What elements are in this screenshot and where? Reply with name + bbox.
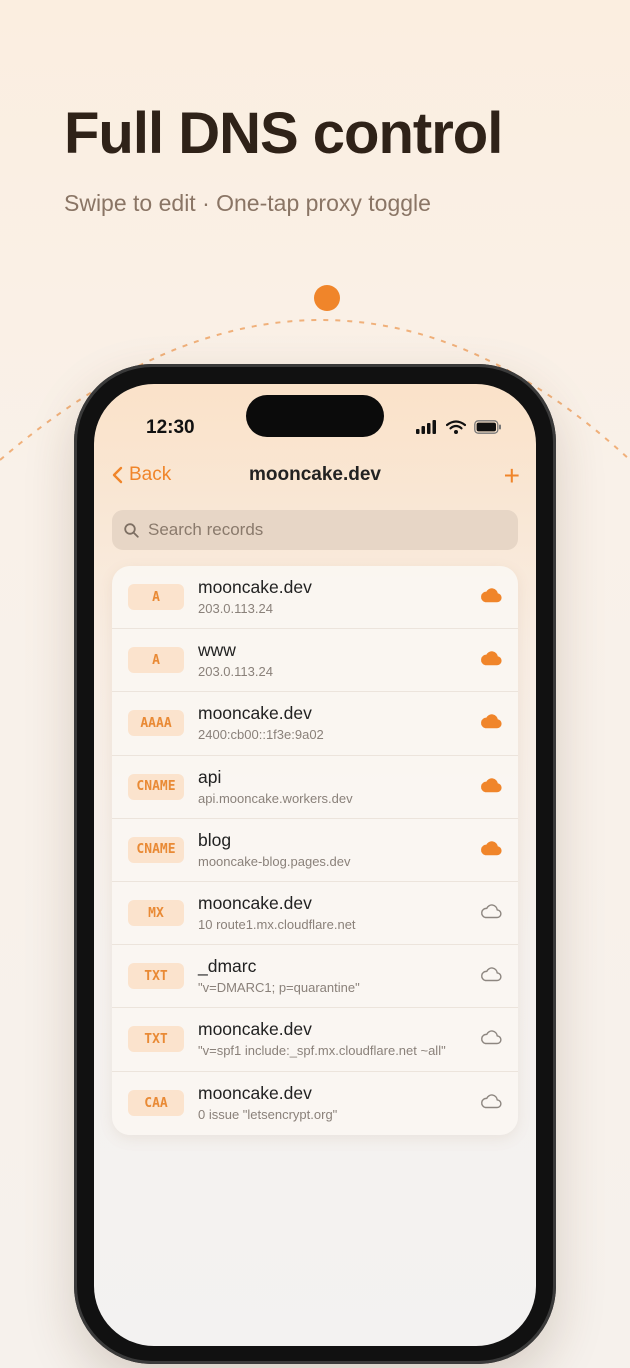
battery-icon — [474, 420, 501, 434]
record-name: api — [198, 766, 222, 787]
record-row[interactable]: Amooncake.dev 203.0.113.24 — [112, 566, 518, 630]
signal-icon — [416, 420, 436, 434]
record-value: 203.0.113.24 — [198, 601, 273, 616]
records-list: Amooncake.dev 203.0.113.24 Awww 203.0.113.2… — [112, 566, 518, 1135]
record-name: mooncake.dev — [198, 1019, 312, 1040]
add-record-button[interactable]: + — [504, 460, 520, 492]
record-row[interactable]: TXT _dmarc "v=DMARC1; p=quarantine" — [112, 945, 518, 1009]
proxied-cloud-icon[interactable] — [480, 650, 502, 666]
record-value: 203.0.113.24 — [198, 664, 273, 680]
record-name: _dmarc — [198, 956, 257, 977]
record-value: mooncake-blog.pages.dev — [198, 853, 351, 869]
record-row[interactable]: CNAME blog mooncake-blog.pages.dev — [112, 819, 518, 882]
dns-only-cloud-icon[interactable] — [480, 1029, 502, 1045]
record-row[interactable]: CAA mooncake.dev 0 issue "letsencrypt.org" — [112, 1072, 518, 1135]
search-field[interactable]: Search records — [112, 510, 518, 550]
search-placeholder: Search records — [148, 520, 264, 539]
status-time: 12:30 — [146, 417, 195, 438]
record-type-badge: MX — [128, 900, 184, 927]
record-type-badge: AAAA — [128, 710, 184, 737]
search-icon — [124, 522, 139, 538]
proxied-cloud-icon[interactable] — [480, 840, 502, 856]
record-row[interactable]: TXT mooncake.dev "v=spf1 include:_spf.mx.c… — [112, 1008, 518, 1072]
nav-title: mooncake.dev — [249, 464, 381, 485]
record-value: 2400:cb00::1f3e:9a02 — [198, 727, 324, 743]
record-type-badge: TXT — [128, 963, 184, 990]
proxied-cloud-icon[interactable] — [480, 713, 502, 729]
record-row[interactable]: CNAME api api.mooncake.workers.dev — [112, 756, 518, 819]
record-name: mooncake.dev — [198, 577, 312, 597]
record-value: "v=DMARC1; p=quarantine" — [198, 980, 360, 996]
nav-bar: Back mooncake.dev + — [94, 460, 536, 502]
record-row[interactable]: AAAA mooncake.dev2400:cb00::1f3e:9a02 — [112, 692, 518, 756]
proxied-cloud-icon[interactable] — [480, 587, 502, 603]
record-name: mooncake.dev — [198, 1082, 312, 1103]
phone-screen: 12:30 Back mooncake.dev + Search records… — [94, 384, 536, 1346]
record-value: api.mooncake.workers.dev — [198, 790, 353, 806]
status-icons — [416, 420, 502, 434]
dynamic-island — [246, 395, 384, 437]
proxied-cloud-icon[interactable] — [480, 777, 502, 793]
record-type-badge: CNAME — [128, 836, 184, 863]
record-type-badge: TXT — [128, 1026, 184, 1053]
arc-dot — [314, 285, 340, 311]
wifi-icon — [446, 420, 466, 434]
record-row[interactable]: Awww 203.0.113.24 — [112, 629, 518, 693]
record-name: mooncake.dev — [198, 703, 312, 724]
record-type-badge: A — [128, 584, 184, 611]
record-value: 10 route1.mx.cloudflare.net — [198, 916, 356, 932]
record-row[interactable]: MX mooncake.dev 10 route1.mx.cloudflare.ne… — [112, 882, 518, 946]
record-value: 0 issue "letsencrypt.org" — [198, 1106, 338, 1122]
dns-only-cloud-icon[interactable] — [480, 966, 502, 982]
record-type-badge: CNAME — [128, 773, 184, 800]
record-name: www — [198, 640, 236, 661]
phone-frame: 12:30 Back mooncake.dev + Search records… — [74, 364, 556, 1364]
record-type-badge: A — [128, 647, 184, 674]
record-type-badge: CAA — [128, 1090, 184, 1117]
record-name: mooncake.dev — [198, 892, 312, 913]
dns-only-cloud-icon[interactable] — [480, 903, 502, 919]
dns-only-cloud-icon[interactable] — [480, 1093, 502, 1109]
record-value: "v=spf1 include:_spf.mx.cloudflare.net ~… — [198, 1043, 446, 1059]
record-name: blog — [198, 829, 232, 850]
